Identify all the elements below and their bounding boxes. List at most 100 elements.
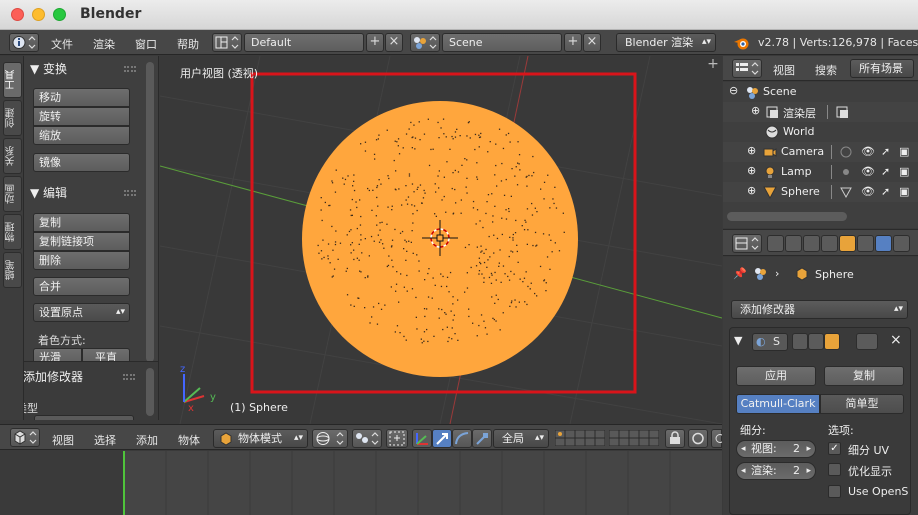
editor-type-button[interactable]: [9, 33, 39, 52]
select-cursor-icon[interactable]: ➚: [881, 165, 890, 178]
remove-modifier-icon[interactable]: ×: [890, 332, 902, 348]
minimize-window-button[interactable]: [32, 8, 45, 21]
close-window-button[interactable]: [11, 8, 24, 21]
duplicate-button[interactable]: 复制: [33, 213, 130, 232]
use-opensubdiv-checkbox[interactable]: [828, 485, 841, 498]
outliner-display-mode-dropdown[interactable]: 所有场景: [850, 59, 914, 78]
type-dropdown[interactable]: [34, 415, 134, 420]
decrement-arrow-icon[interactable]: ◂: [741, 441, 746, 457]
menu-window[interactable]: 窗口: [135, 36, 157, 52]
outliner-menu-view[interactable]: 视图: [773, 62, 795, 78]
show-render-icon[interactable]: [792, 333, 808, 350]
3d-editor-type-button[interactable]: [10, 428, 40, 447]
viewport-shading-button[interactable]: [312, 429, 348, 448]
visibility-eye-icon[interactable]: 👁: [861, 145, 875, 158]
add-modifier-dropdown[interactable]: 添加修改器 ▴▾: [731, 300, 908, 319]
lock-camera-button[interactable]: [665, 429, 685, 448]
join-button[interactable]: 合并: [33, 277, 130, 296]
menu-object[interactable]: 物体: [178, 432, 200, 448]
subdivide-uv-checkbox[interactable]: ✓: [828, 442, 841, 455]
menu-select[interactable]: 选择: [94, 432, 116, 448]
panel-grip-icon[interactable]: [124, 190, 136, 196]
screen-layout-selector[interactable]: [212, 33, 242, 52]
rotate-button[interactable]: 旋转: [33, 107, 130, 126]
simple-toggle[interactable]: 简单型: [820, 394, 904, 414]
increment-arrow-icon[interactable]: ▸: [806, 463, 811, 479]
object-tab-icon[interactable]: [839, 235, 856, 252]
screen-layout-name[interactable]: Default: [244, 33, 364, 52]
set-origin-dropdown[interactable]: 设置原点 ▴▾: [33, 303, 130, 322]
expand-icon[interactable]: ⊕: [747, 184, 756, 197]
delete-scene-button[interactable]: ×: [583, 33, 601, 52]
edit-panel-header[interactable]: ▼ 编辑: [30, 184, 67, 201]
levels-render-field[interactable]: ◂ 渲染: 2 ▸: [736, 462, 816, 480]
viewport-properties-toggle[interactable]: +: [706, 57, 720, 72]
duplicate-linked-button[interactable]: 复制链接项: [33, 232, 130, 251]
move-button[interactable]: 移动: [33, 88, 130, 107]
transform-panel-header[interactable]: ▼ 变换: [30, 60, 67, 77]
outliner-row-lamp[interactable]: ⊕ Lamp 👁 ➚ ▣: [723, 162, 918, 182]
manipulator-move-button[interactable]: [432, 429, 452, 448]
collapse-triangle-icon[interactable]: ▼: [734, 334, 742, 347]
scene-tab-icon[interactable]: [803, 235, 820, 252]
render-layers-tab-icon[interactable]: [785, 235, 802, 252]
mode-dropdown[interactable]: 物体模式 ▴▾: [213, 429, 308, 448]
snap-button[interactable]: [711, 429, 725, 448]
operator-panel-header[interactable]: ▼ 添加修改器: [24, 368, 83, 385]
visibility-eye-icon[interactable]: 👁: [861, 165, 875, 178]
menu-file[interactable]: 文件: [51, 36, 73, 52]
layer-buttons[interactable]: [555, 430, 605, 446]
data-tab-icon[interactable]: [893, 235, 910, 252]
show-editmode-icon[interactable]: [824, 333, 840, 350]
mirror-button[interactable]: 镜像: [33, 153, 130, 172]
optimal-display-checkbox[interactable]: [828, 463, 841, 476]
3d-viewport[interactable]: z y x 用户视图 (透视) (1) Sphere +: [160, 56, 722, 424]
move-modifier-updown-icon[interactable]: [856, 333, 878, 350]
layer-buttons-2[interactable]: [609, 430, 659, 446]
tab-relations[interactable]: 关系: [3, 138, 22, 174]
outliner-row-world[interactable]: World: [723, 122, 918, 142]
render-engine-dropdown[interactable]: Blender 渲染 ▴▾: [616, 33, 716, 52]
levels-view-field[interactable]: ◂ 视图: 2 ▸: [736, 440, 816, 458]
tab-animation[interactable]: 动画: [3, 176, 22, 212]
pivot-point-button[interactable]: [352, 429, 382, 448]
transform-orientation-dropdown[interactable]: 全局 ▴▾: [493, 429, 549, 448]
menu-render[interactable]: 渲染: [93, 36, 115, 52]
collapse-icon[interactable]: ⊖: [729, 84, 738, 97]
expand-icon[interactable]: ⊕: [751, 104, 760, 117]
transform-manipulator-toggle[interactable]: [386, 429, 408, 448]
timeline-editor[interactable]: [0, 451, 722, 515]
visibility-eye-icon[interactable]: 👁: [861, 185, 875, 198]
manipulator-translate-button[interactable]: [412, 429, 432, 448]
catmull-clark-toggle[interactable]: Catmull-Clark: [736, 394, 820, 414]
constraints-tab-icon[interactable]: [857, 235, 874, 252]
tab-create[interactable]: 创建: [3, 100, 22, 136]
outliner-editor-type-button[interactable]: [732, 59, 762, 78]
outliner-row-sphere[interactable]: ⊕ Sphere 👁 ➚ ▣: [723, 182, 918, 202]
add-scene-button[interactable]: +: [564, 33, 582, 52]
render-camera-icon[interactable]: ▣: [899, 185, 909, 198]
modifiers-tab-icon[interactable]: [875, 235, 892, 252]
expand-icon[interactable]: ⊕: [747, 144, 756, 157]
outliner-row-camera[interactable]: ⊕ Camera 👁 ➚ ▣: [723, 142, 918, 162]
apply-modifier-button[interactable]: 应用: [736, 366, 816, 386]
copy-modifier-button[interactable]: 复制: [824, 366, 904, 386]
tab-physics[interactable]: 物理: [3, 214, 22, 250]
render-camera-icon[interactable]: ▣: [899, 145, 909, 158]
pin-icon[interactable]: 📌: [733, 267, 747, 280]
world-tab-icon[interactable]: [821, 235, 838, 252]
expand-icon[interactable]: ⊕: [747, 164, 756, 177]
outliner-row-scene[interactable]: ⊖ Scene: [723, 82, 918, 102]
scene-name[interactable]: Scene: [442, 33, 562, 52]
select-cursor-icon[interactable]: ➚: [881, 185, 890, 198]
delete-screen-button[interactable]: ×: [385, 33, 403, 52]
tab-grease-pencil[interactable]: 蜡笔: [3, 252, 22, 288]
outliner-menu-search[interactable]: 搜索: [815, 62, 837, 78]
select-cursor-icon[interactable]: ➚: [881, 145, 890, 158]
outliner-horizontal-scrollbar[interactable]: [727, 212, 847, 221]
menu-add[interactable]: 添加: [136, 432, 158, 448]
add-screen-button[interactable]: +: [366, 33, 384, 52]
operator-panel-scrollbar[interactable]: [146, 368, 154, 416]
manipulator-scale-button[interactable]: [472, 429, 492, 448]
tool-shelf-scrollbar[interactable]: [146, 62, 154, 362]
